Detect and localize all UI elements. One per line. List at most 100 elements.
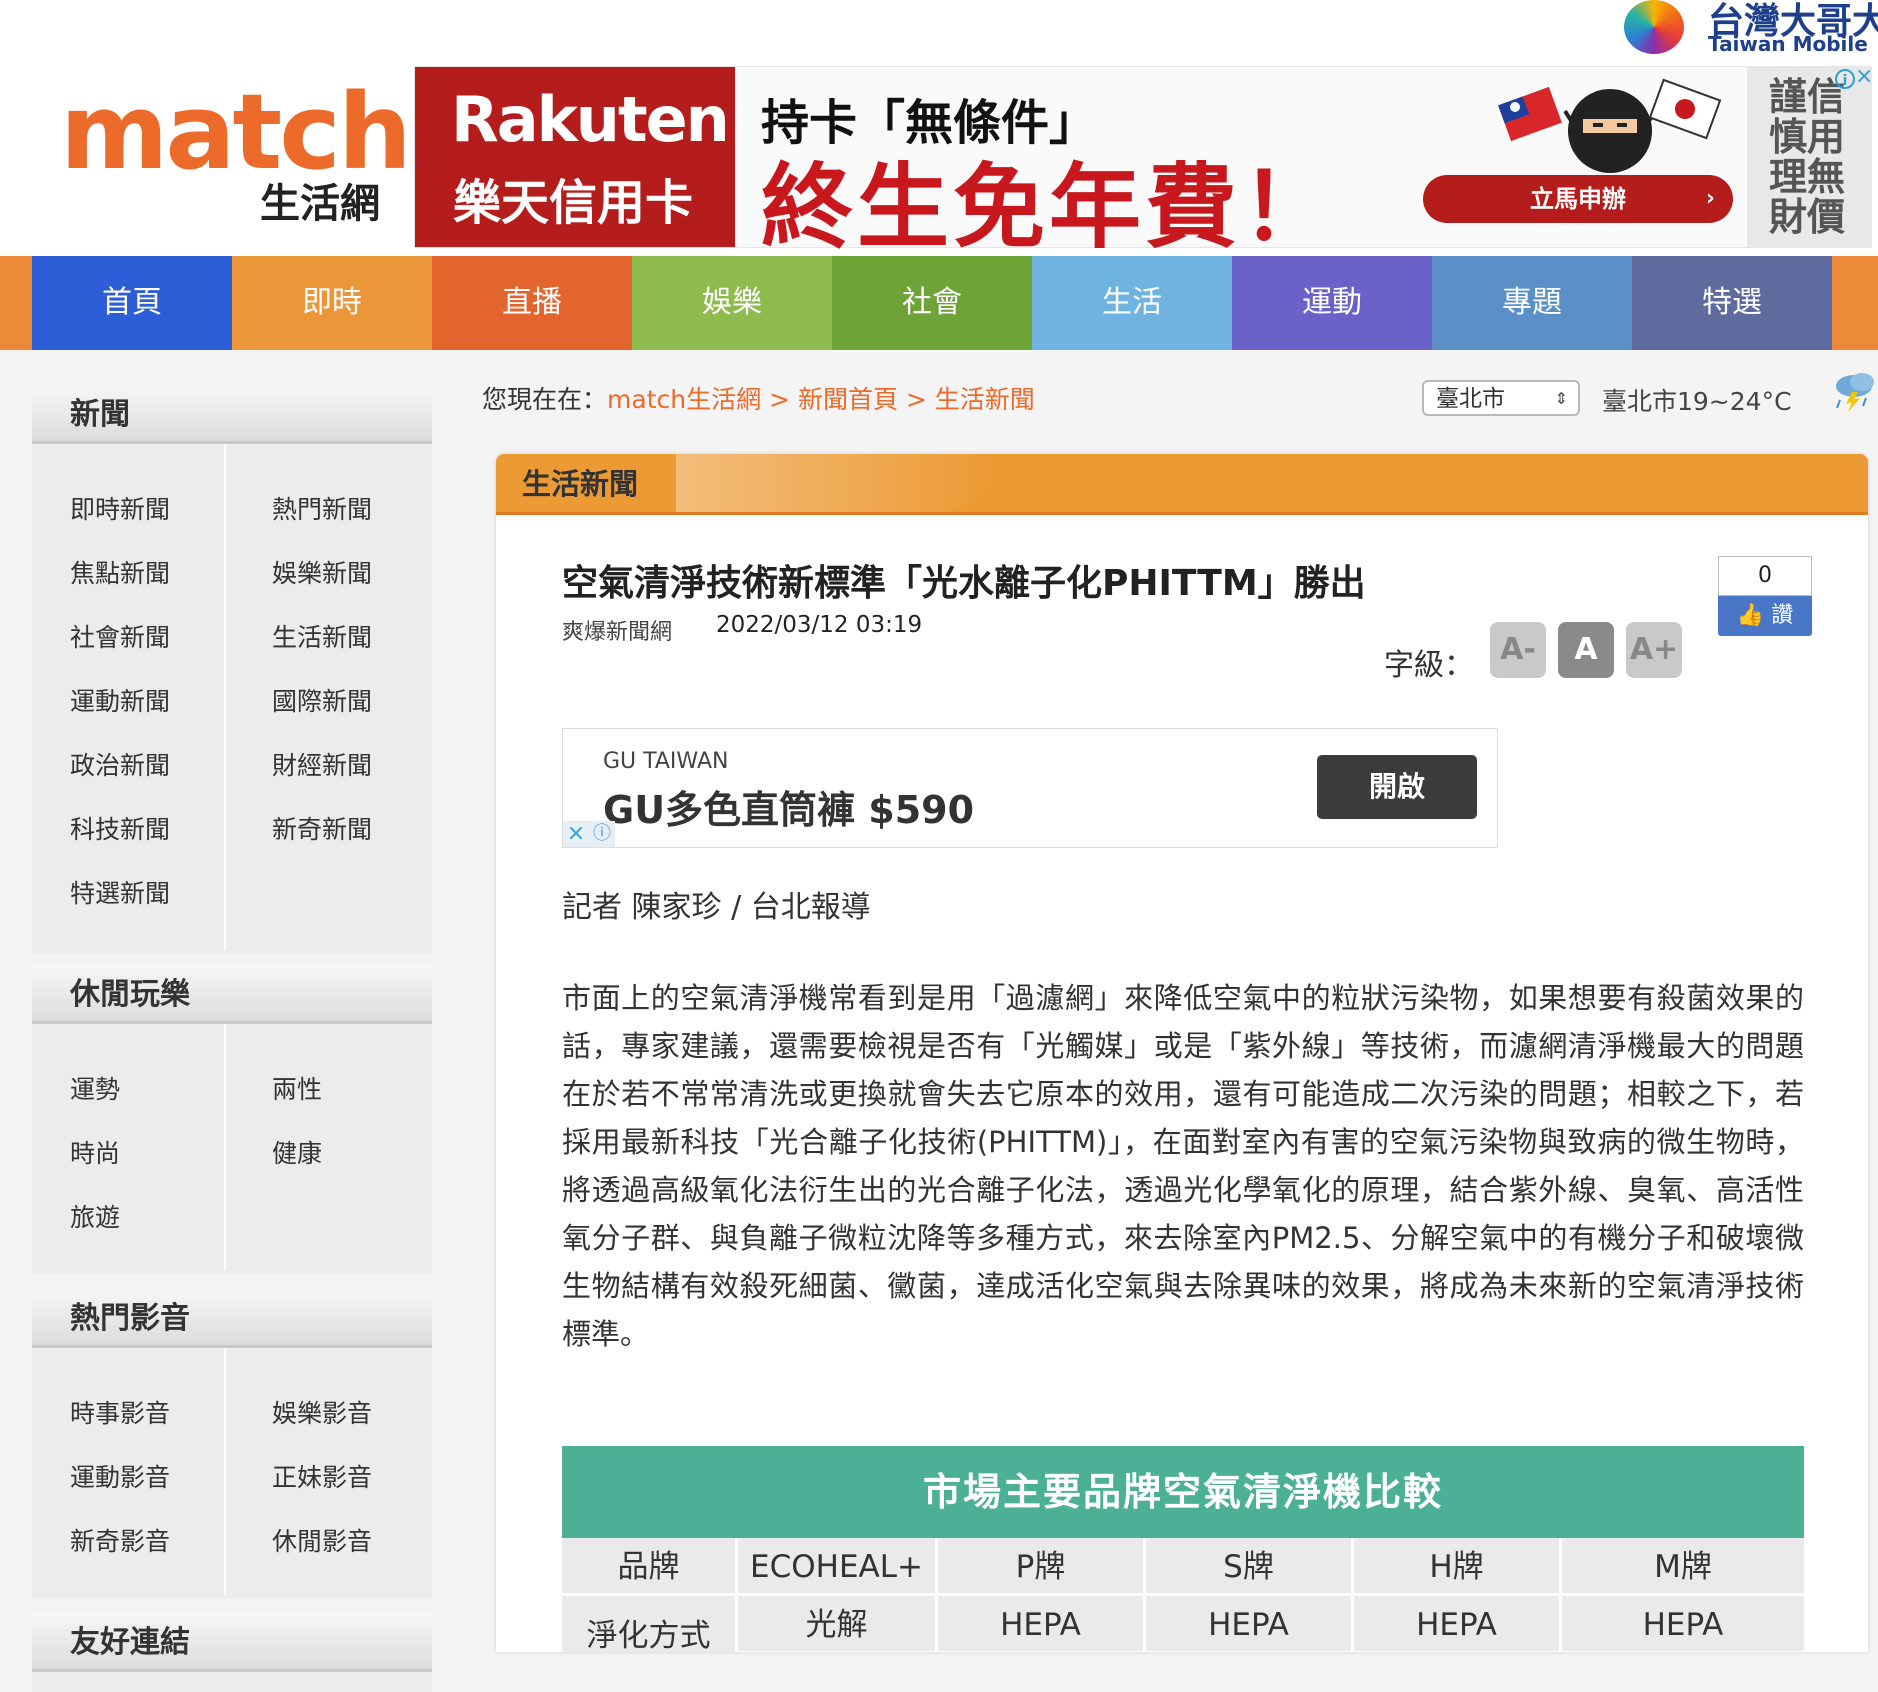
sidebar-link[interactable]: 焦點新聞: [70, 554, 170, 590]
sidebar-link[interactable]: 健康: [272, 1134, 322, 1170]
nav-label: 娛樂: [702, 285, 762, 320]
sidebar-link[interactable]: 正妹影音: [272, 1458, 372, 1494]
table-header-cell: ECOHEAL+: [738, 1538, 938, 1596]
nav-item-sports[interactable]: 運動: [1232, 256, 1432, 350]
sidebar-heading: 熱門影音: [32, 1288, 432, 1348]
font-decrease-button[interactable]: A-: [1490, 622, 1546, 678]
nav-label: 專題: [1502, 285, 1562, 320]
sidebar-link[interactable]: 新奇新聞: [272, 810, 372, 846]
breadcrumb-separator: >: [761, 385, 798, 414]
section-header-decoration: [676, 454, 996, 512]
article-title: 空氣清淨技術新標準「光水離子化PHITTM」勝出: [562, 563, 1366, 604]
sidebar-news-section: 新聞 即時新聞 熱門新聞 焦點新聞 娛樂新聞 社會新聞 生活新聞 運動新聞 國際…: [32, 384, 432, 954]
site-logo[interactable]: match 生活網: [60, 80, 412, 232]
sidebar-link[interactable]: 政治新聞: [70, 746, 170, 782]
sidebar-link[interactable]: 國際新聞: [272, 682, 372, 718]
sidebar-heading: 新聞: [32, 384, 432, 444]
sidebar-leisure-links: 運勢 兩性 時尚 健康 旅遊: [32, 1024, 432, 1271]
font-size-label: 字級：: [1384, 648, 1474, 683]
ad-disclaimer-text: 謹信慎用理無財價: [1769, 75, 1846, 239]
table-header-cell: S牌: [1146, 1538, 1354, 1596]
ninja-flag-illustration-icon: [1498, 78, 1722, 173]
comparison-table-title: 市場主要品牌空氣清淨機比較: [562, 1446, 1804, 1538]
ad-apply-button[interactable]: 立馬申辦 ›: [1423, 175, 1733, 223]
sidebar-link[interactable]: 旅遊: [70, 1198, 120, 1234]
sidebar-link[interactable]: 娛樂影音: [272, 1394, 372, 1430]
sidebar-link[interactable]: 特選新聞: [70, 874, 170, 910]
ad-apply-label: 立馬申辦: [1530, 185, 1626, 213]
nav-item-realtime[interactable]: 即時: [232, 256, 432, 350]
like-button[interactable]: 👍 讚: [1718, 596, 1812, 636]
sidebar-link[interactable]: 時尚: [70, 1134, 120, 1170]
logo-subtitle: 生活網: [260, 181, 380, 227]
sidebar-video-section: 熱門影音 時事影音 娛樂影音 運動影音 正妹影音 新奇影音 休閒影音: [32, 1288, 432, 1598]
sidebar-link[interactable]: 運勢: [70, 1070, 120, 1106]
nav-item-life[interactable]: 生活: [1032, 256, 1232, 350]
logo-wordmark: match: [60, 71, 412, 193]
article-panel: 生活新聞 空氣清淨技術新標準「光水離子化PHITTM」勝出 爽爆新聞網 2022…: [496, 454, 1868, 1652]
sidebar-link[interactable]: 熱門新聞: [272, 490, 372, 526]
ad-info-icon[interactable]: i: [1835, 69, 1855, 89]
ad-headline-2: 終生免年費！: [761, 154, 1338, 261]
updown-arrow-icon: ⇕: [1554, 389, 1568, 408]
sidebar-link[interactable]: 社會新聞: [70, 618, 170, 654]
sidebar-link[interactable]: 娛樂新聞: [272, 554, 372, 590]
font-increase-button[interactable]: A+: [1626, 622, 1682, 678]
thumbs-up-icon: 👍: [1736, 603, 1765, 628]
thunderstorm-icon: [1836, 373, 1874, 412]
table-cell: 光解: [738, 1596, 938, 1652]
nav-item-home[interactable]: 首頁: [32, 256, 232, 350]
inline-ad-brand: GU TAIWAN: [603, 749, 729, 774]
nav-item-topics[interactable]: 專題: [1432, 256, 1632, 350]
sidebar-link[interactable]: 即時新聞: [70, 490, 170, 526]
like-label: 讚: [1771, 603, 1794, 628]
comparison-table: 市場主要品牌空氣清淨機比較 品牌 ECOHEAL+ P牌 S牌 H牌 M牌 淨化…: [562, 1446, 1804, 1652]
partner-logo-icon: [1624, 0, 1684, 54]
article-date: 2022/03/12 03:19: [716, 612, 923, 638]
table-header-cell: 品牌: [562, 1538, 738, 1596]
nav-item-society[interactable]: 社會: [832, 256, 1032, 350]
sidebar-link[interactable]: 運動影音: [70, 1458, 170, 1494]
sidebar-news-links: 即時新聞 熱門新聞 焦點新聞 娛樂新聞 社會新聞 生活新聞 運動新聞 國際新聞 …: [32, 444, 432, 951]
breadcrumb: 您現在在：match生活網 > 新聞首頁 > 生活新聞: [482, 380, 1035, 416]
ad-close-icon[interactable]: ×: [563, 821, 589, 847]
sidebar-link[interactable]: 運動新聞: [70, 682, 170, 718]
city-select-value: 臺北市: [1436, 386, 1505, 412]
sidebar-link[interactable]: 時事影音: [70, 1394, 170, 1430]
breadcrumb-prefix: 您現在在：: [482, 385, 608, 414]
sidebar-link[interactable]: 休閒影音: [272, 1522, 372, 1558]
sidebar-link[interactable]: 財經新聞: [272, 746, 372, 782]
nav-label: 即時: [302, 285, 362, 320]
ad-info-icon[interactable]: ⓘ: [589, 821, 615, 847]
partner-logo[interactable]: 台灣大哥大 Taiwan Mobile: [1624, 0, 1878, 56]
nav-item-entertainment[interactable]: 娛樂: [632, 256, 832, 350]
article-byline: 記者 陳家珍 / 台北報導: [562, 890, 871, 925]
table-cell: HEPA: [1354, 1596, 1562, 1652]
font-default-button[interactable]: A: [1558, 622, 1614, 678]
main-nav: 首頁 即時 直播 娛樂 社會 生活 運動 專題 特選: [0, 256, 1878, 350]
breadcrumb-link[interactable]: match生活網: [607, 385, 761, 414]
breadcrumb-link[interactable]: 新聞首頁: [798, 385, 898, 414]
site-header: match 生活網 台灣大哥大 Taiwan Mobile Rakuten 樂天…: [0, 0, 1878, 261]
table-cell: 淨化方式: [562, 1596, 738, 1652]
sidebar-link[interactable]: 新奇影音: [70, 1522, 170, 1558]
sidebar-video-links: 時事影音 娛樂影音 運動影音 正妹影音 新奇影音 休閒影音: [32, 1348, 432, 1595]
ad-close-icon[interactable]: ×: [1855, 66, 1873, 88]
breadcrumb-link[interactable]: 生活新聞: [935, 385, 1035, 414]
sidebar-link[interactable]: 兩性: [272, 1070, 322, 1106]
city-select[interactable]: 臺北市 ⇕: [1422, 380, 1580, 416]
like-widget: 0 👍 讚: [1718, 556, 1812, 636]
breadcrumb-separator: >: [897, 385, 935, 414]
sidebar-link[interactable]: 生活新聞: [272, 618, 372, 654]
nav-item-live[interactable]: 直播: [432, 256, 632, 350]
table-header-cell: P牌: [938, 1538, 1146, 1596]
nav-label: 特選: [1702, 285, 1762, 320]
sidebar-link[interactable]: 科技新聞: [70, 810, 170, 846]
inline-ad-open-button[interactable]: 開啟: [1317, 755, 1477, 819]
table-cell: HEPA: [938, 1596, 1146, 1652]
nav-item-featured[interactable]: 特選: [1632, 256, 1832, 350]
table-header-cell: M牌: [1562, 1538, 1804, 1596]
section-title: 生活新聞: [522, 467, 639, 501]
top-ad-banner[interactable]: Rakuten 樂天信用卡 持卡「無條件」 終生免年費！ 立馬申辦 › 謹信慎用…: [414, 66, 1873, 261]
inline-ad[interactable]: GU TAIWAN GU多色直筒褲 $590 開啟 × ⓘ: [562, 728, 1498, 848]
